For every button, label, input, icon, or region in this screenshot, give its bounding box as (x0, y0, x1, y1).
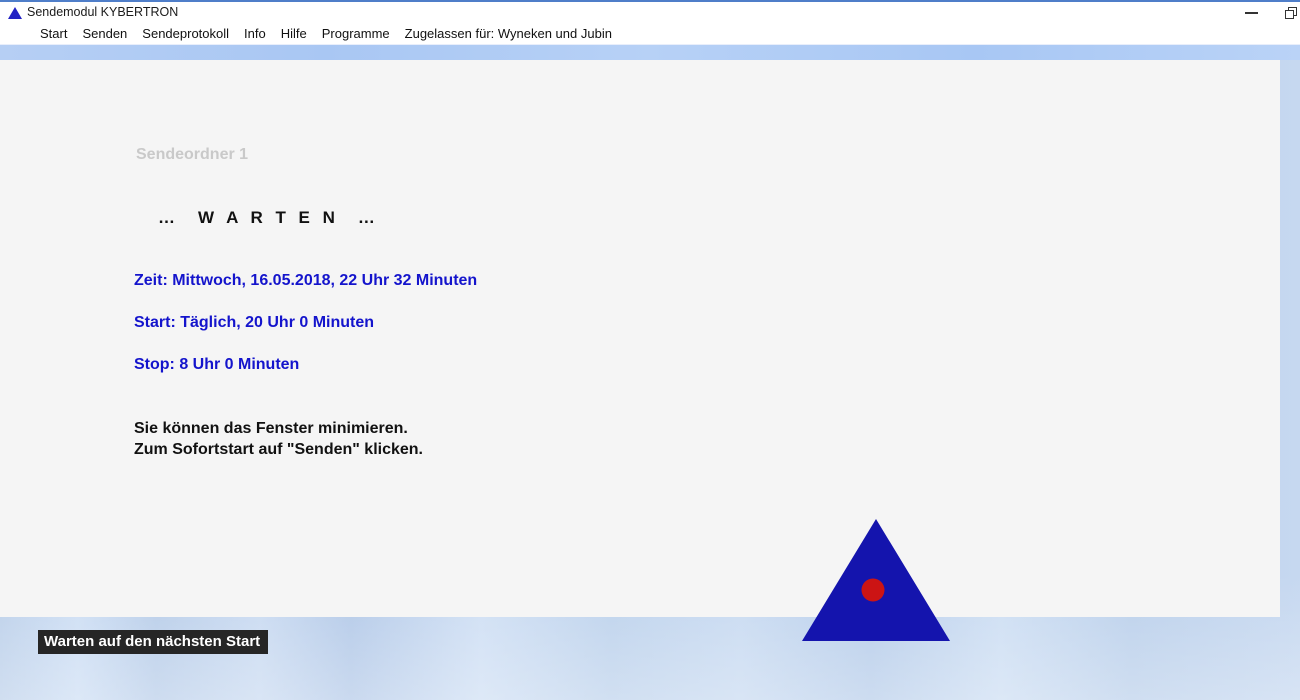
restore-button[interactable] (1283, 2, 1300, 24)
stop-info-line: Stop: 8 Uhr 0 Minuten (134, 356, 299, 374)
menu-bar: Start Senden Sendeprotokoll Info Hilfe P… (0, 22, 1300, 44)
menu-item-programme[interactable]: Programme (322, 26, 390, 41)
window-title: Sendemodul KYBERTRON (27, 5, 178, 19)
menu-item-hilfe[interactable]: Hilfe (281, 26, 307, 41)
menu-item-info[interactable]: Info (244, 26, 266, 41)
menu-item-sendeprotokoll[interactable]: Sendeprotokoll (142, 26, 229, 41)
minimize-icon (1245, 12, 1258, 14)
menu-item-zugelassen[interactable]: Zugelassen für: Wyneken und Jubin (405, 26, 612, 41)
app-triangle-icon[interactable] (8, 7, 22, 19)
time-info-line: Zeit: Mittwoch, 16.05.2018, 22 Uhr 32 Mi… (134, 272, 477, 290)
red-dot (862, 579, 885, 602)
menu-item-start[interactable]: Start (40, 26, 67, 41)
main-panel: Sendeordner 1 … W A R T E N … Zeit: Mitt… (0, 60, 1280, 617)
hint-line-minimize: Sie können das Fenster minimieren. (134, 418, 423, 439)
minimize-button[interactable] (1238, 2, 1266, 24)
start-info-line: Start: Täglich, 20 Uhr 0 Minuten (134, 314, 374, 332)
triangle-logo-graphic (802, 519, 950, 641)
kybertron-triangle-logo (802, 519, 950, 641)
title-bar: Sendemodul KYBERTRON (0, 0, 1300, 22)
desktop-background: Sendemodul KYBERTRON Start Senden Sendep… (0, 0, 1300, 700)
waiting-heading: … W A R T E N … (158, 208, 377, 228)
hint-line-sofortstart: Zum Sofortstart auf "Senden" klicken. (134, 439, 423, 460)
window-gap-strip (0, 44, 1300, 60)
hint-text: Sie können das Fenster minimieren. Zum S… (134, 418, 423, 460)
folder-title: Sendeordner 1 (136, 146, 248, 164)
menu-item-senden[interactable]: Senden (82, 26, 127, 41)
status-message: Warten auf den nächsten Start (38, 630, 268, 654)
